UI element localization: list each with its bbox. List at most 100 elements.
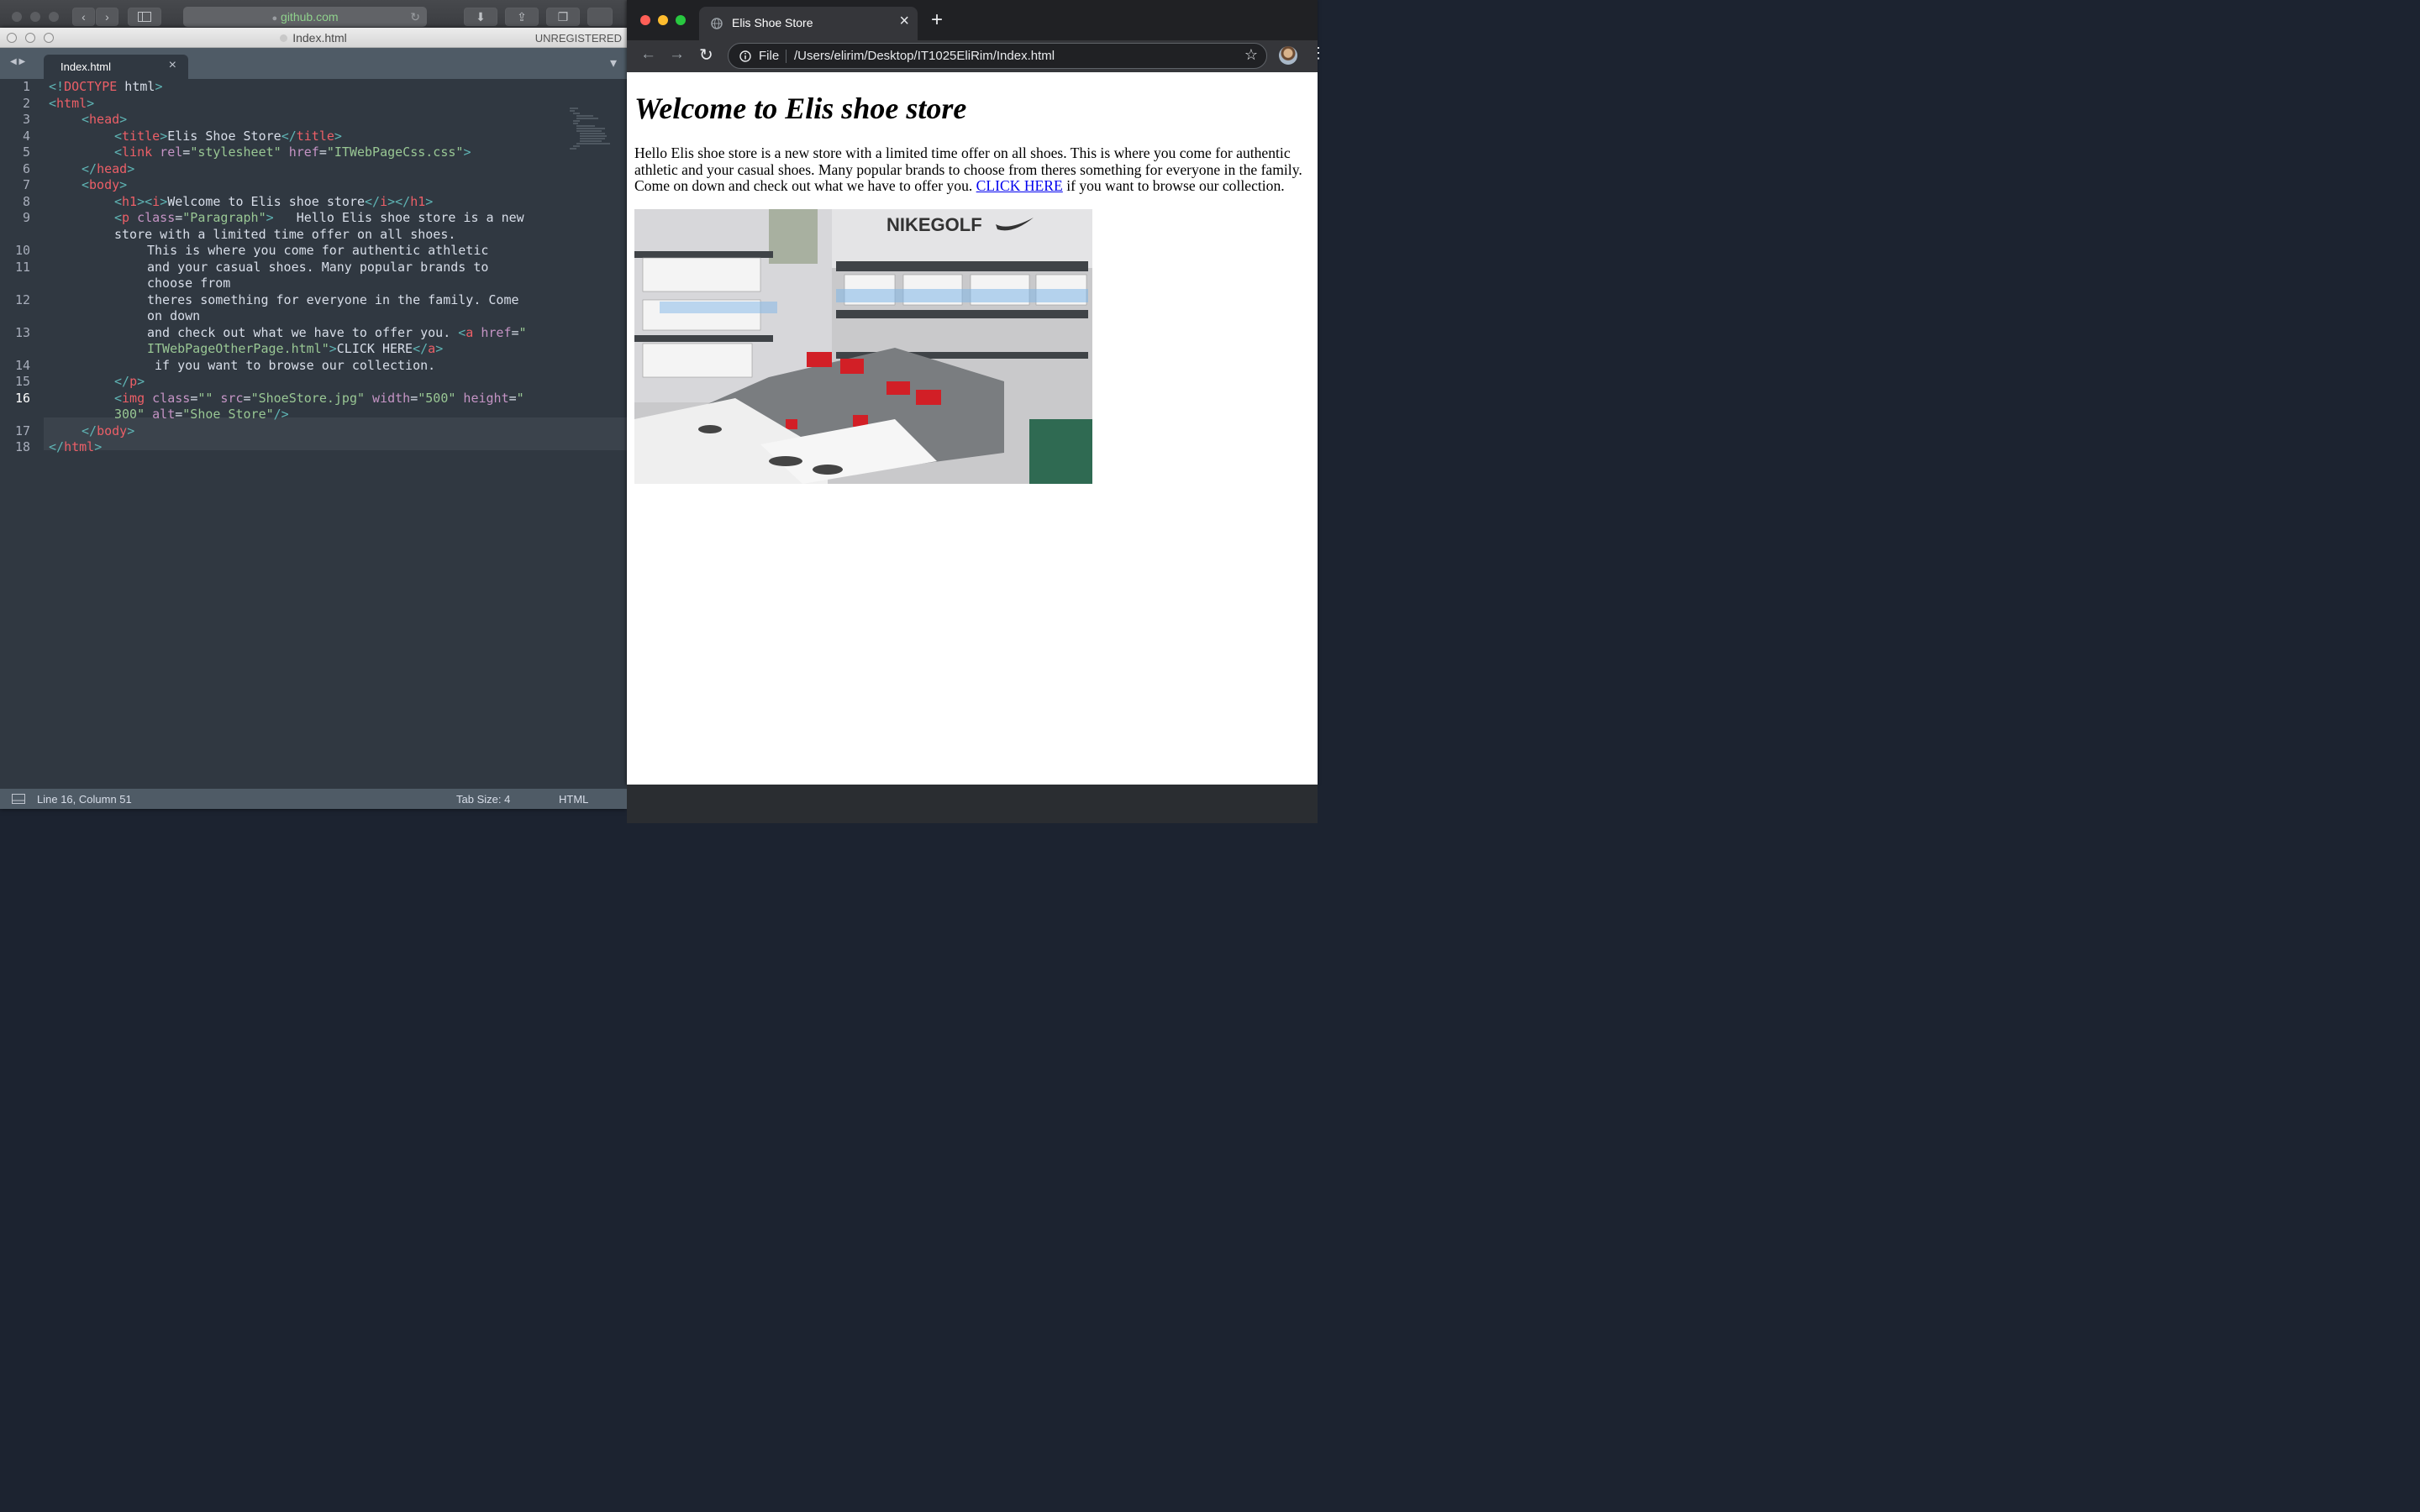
registration-label: UNREGISTERED [534, 32, 622, 45]
tab-nav-arrows-icon[interactable]: ◀ ▶ [10, 57, 25, 66]
code-token: > [329, 341, 337, 356]
forward-arrow-icon[interactable]: → [669, 45, 685, 64]
minimap[interactable] [568, 107, 625, 150]
tab-index-html[interactable]: Index.html × [44, 55, 188, 79]
line-number: 9 [22, 210, 30, 225]
code-token: src [213, 390, 244, 406]
code-token: html [64, 439, 95, 454]
code-token: rel [152, 144, 183, 160]
lock-icon: ● [271, 13, 278, 24]
back-button[interactable]: ‹ [72, 8, 95, 26]
chrome-tab-elis-shoe-store[interactable]: Elis Shoe Store × [699, 7, 918, 40]
tab-menu-icon[interactable]: ▾ [610, 55, 617, 71]
code-line: <title>Elis Shoe Store</title> [114, 129, 342, 145]
forward-button[interactable]: › [96, 8, 118, 26]
sidebar-button[interactable] [128, 8, 161, 26]
code-token: html [56, 95, 87, 111]
code-token: Welcome to Elis shoe store [167, 193, 366, 209]
shoe-store-image: NIKEGOLF [634, 209, 1092, 484]
chrome-tab-close-icon[interactable]: × [899, 12, 909, 31]
line-number: 7 [22, 177, 30, 192]
code-token: > [119, 177, 128, 192]
code-token: href [473, 324, 512, 340]
code-editor[interactable]: <!DOCTYPE html> <html> <head> <title>Eli… [49, 79, 563, 784]
code-line: <!DOCTYPE html> [49, 79, 162, 96]
code-token: </ [365, 193, 381, 209]
code-token: alt [145, 407, 176, 422]
paragraph-text-end: if you want to browse our collection. [1062, 177, 1285, 195]
editor-status-bar: Line 16, Column 51 Tab Size: 4 HTML [0, 789, 627, 809]
code-line: and your casual shoes. Many popular bran… [147, 259, 489, 275]
tab-size-selector[interactable]: Tab Size: 4 [456, 793, 510, 806]
info-icon [739, 50, 751, 62]
code-token: < [49, 95, 57, 111]
click-here-link[interactable]: CLICK HERE [976, 177, 1063, 194]
back-arrow-icon[interactable]: ← [640, 45, 656, 64]
editor-tab-bar: ◀ ▶ Index.html × ▾ [0, 48, 627, 79]
safari-toolbar: ‹ › ● github.com ↻ ⬇ ⇪ ❐ [0, 0, 627, 30]
window-close-button[interactable] [12, 12, 22, 22]
code-token: h1 [410, 193, 426, 209]
line-number: 12 [14, 291, 30, 307]
chrome-window: Elis Shoe Store × + ← → ↻ File /Users/el… [627, 0, 1326, 785]
code-token: i [152, 193, 160, 209]
code-token: body [97, 423, 128, 438]
download-button[interactable]: ⬇ [464, 8, 497, 26]
chrome-omnibox[interactable]: File /Users/elirim/Desktop/IT1025EliRim/… [728, 43, 1267, 69]
code-token: height [455, 390, 509, 406]
code-token: a [428, 341, 436, 356]
rendered-web-page: Welcome to Elis shoe store Hello Elis sh… [627, 72, 1318, 785]
syntax-selector[interactable]: HTML [559, 793, 588, 806]
console-toggle-icon[interactable] [12, 794, 25, 804]
more-vertical-icon[interactable]: ⋮ [1311, 45, 1326, 62]
code-line: <head> [82, 112, 127, 129]
reload-icon[interactable]: ↻ [699, 45, 713, 66]
star-icon[interactable]: ☆ [1244, 46, 1258, 64]
line-number: 5 [22, 144, 30, 160]
tab-close-icon[interactable]: × [169, 58, 176, 73]
line-number: 4 [22, 128, 30, 144]
code-token: </ [281, 128, 297, 144]
avatar-icon[interactable] [1279, 46, 1297, 65]
code-line: <body> [82, 177, 127, 194]
window-minimize-button[interactable] [30, 12, 40, 22]
file-icon [280, 34, 288, 42]
code-token: = [175, 407, 183, 422]
code-line: theres something for everyone in the fam… [147, 291, 519, 307]
code-line: <link rel="stylesheet" href="ITWebPageCs… [114, 144, 471, 161]
code-token: CLICK HERE [336, 341, 413, 356]
window-zoom-button[interactable] [49, 12, 59, 22]
chrome-zoom-button[interactable] [676, 15, 686, 25]
cursor-position[interactable]: Line 16, Column 51 [37, 793, 132, 806]
code-token: href [281, 144, 319, 160]
nike-golf-sign: NIKEGOLF [886, 214, 982, 235]
share-button[interactable]: ⇪ [505, 8, 539, 26]
safari-address-bar[interactable]: ● github.com ↻ [183, 7, 427, 27]
code-token: > [119, 112, 128, 127]
code-line: </html> [49, 439, 102, 456]
code-token: link [122, 144, 153, 160]
code-line: <h1><i>Welcome to Elis shoe store</i></h… [114, 194, 433, 211]
code-token: class [145, 390, 191, 406]
code-token: DOCTYPE [64, 79, 118, 94]
line-number: 1 [22, 79, 30, 94]
code-token: "ShoeStore.jpg" [250, 390, 366, 406]
new-tab-button[interactable] [587, 8, 613, 26]
code-token: > [87, 95, 95, 111]
code-token: = [190, 390, 198, 406]
code-token: > [435, 341, 444, 356]
code-token: "Paragraph" [182, 210, 266, 225]
code-token: p [122, 210, 130, 225]
code-token: "Shoe Store" [182, 407, 274, 422]
code-token: "500" [418, 390, 456, 406]
chrome-close-button[interactable] [640, 15, 650, 25]
code-token: < [114, 128, 123, 144]
chrome-minimize-button[interactable] [658, 15, 668, 25]
reload-icon[interactable]: ↻ [410, 7, 420, 27]
editor-title-bar: Index.html UNREGISTERED [0, 28, 627, 48]
url-text: /Users/elirim/Desktop/IT1025EliRim/Index… [794, 49, 1055, 63]
new-tab-plus-icon[interactable]: + [931, 8, 943, 32]
code-line-wrap: 300" alt="Shoe Store"/> [114, 407, 289, 423]
code-token: > [94, 439, 103, 454]
tabs-button[interactable]: ❐ [546, 8, 580, 26]
